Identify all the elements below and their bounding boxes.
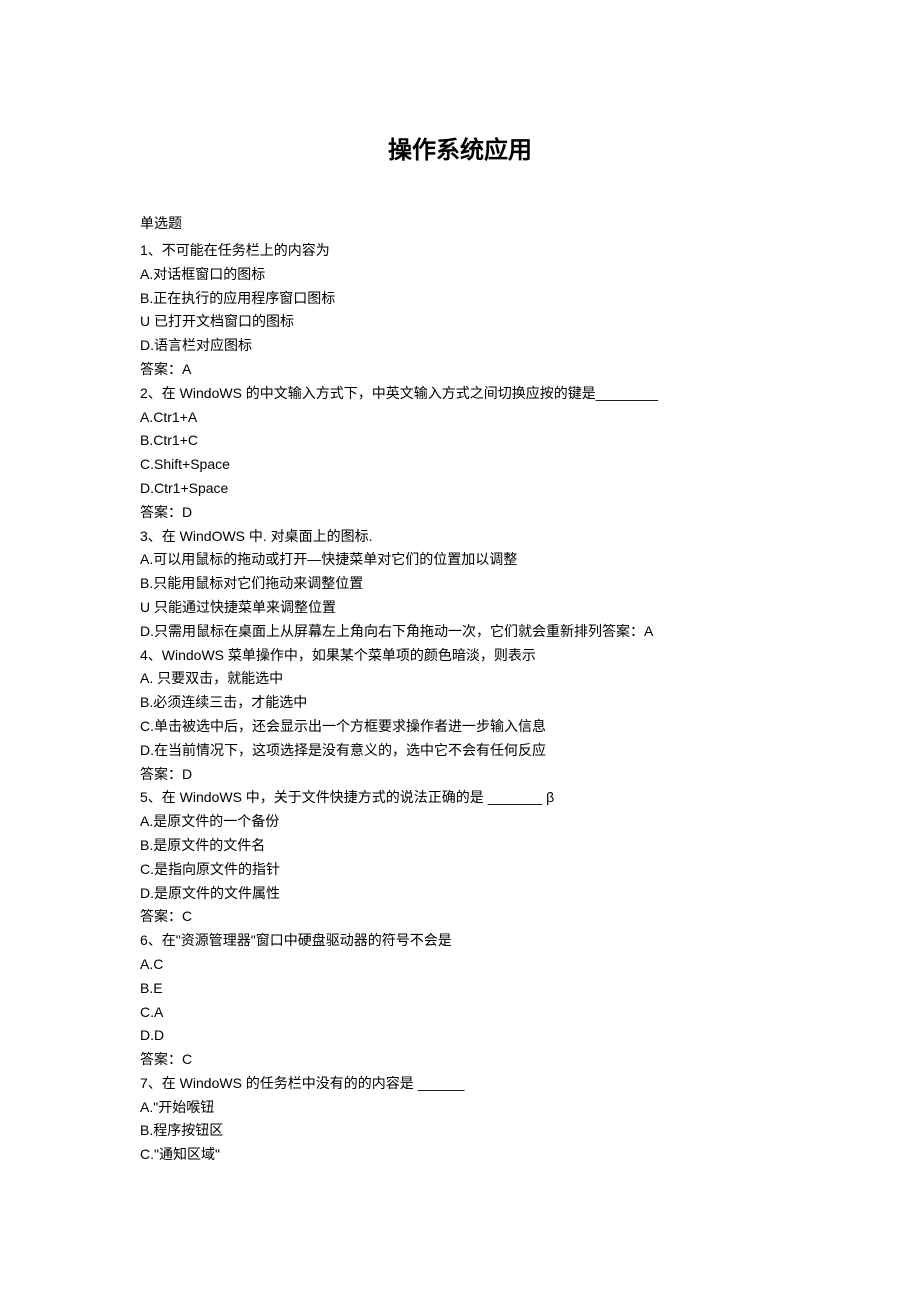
page-title: 操作系统应用 bbox=[140, 130, 780, 165]
text-line: 答案：C bbox=[140, 905, 780, 929]
text-line: C."通知区域" bbox=[140, 1143, 780, 1167]
text-line: C.单击被选中后，还会显示出一个方框要求操作者进一步输入信息 bbox=[140, 715, 780, 739]
text-line: D.是原文件的文件属性 bbox=[140, 882, 780, 906]
text-line: A.是原文件的一个备份 bbox=[140, 810, 780, 834]
text-line: 2、在 WindoWS 的中文输入方式下，中英文输入方式之间切换应按的键是___… bbox=[140, 382, 780, 406]
text-line: A."开始喉钮 bbox=[140, 1096, 780, 1120]
text-line: 答案：D bbox=[140, 763, 780, 787]
text-line: D.Ctr1+Space bbox=[140, 477, 780, 501]
text-line: U 只能通过快捷菜单来调整位置 bbox=[140, 596, 780, 620]
text-line: D.语言栏对应图标 bbox=[140, 334, 780, 358]
text-line: A.对话框窗口的图标 bbox=[140, 263, 780, 287]
text-line: 答案：A bbox=[140, 358, 780, 382]
text-line: 1、不可能在任务栏上的内容为 bbox=[140, 239, 780, 263]
text-line: B.Ctr1+C bbox=[140, 429, 780, 453]
text-line: 4、WindoWS 菜单操作中，如果某个菜单项的颜色暗淡，则表示 bbox=[140, 644, 780, 668]
text-line: A. 只要双击，就能选中 bbox=[140, 667, 780, 691]
text-line: C.Shift+Space bbox=[140, 453, 780, 477]
text-line: 答案：C bbox=[140, 1048, 780, 1072]
text-line: A.可以用鼠标的拖动或打开—快捷菜单对它们的位置加以调整 bbox=[140, 548, 780, 572]
text-line: B.程序按钮区 bbox=[140, 1119, 780, 1143]
document-page: 操作系统应用 单选题 1、不可能在任务栏上的内容为A.对话框窗口的图标B.正在执… bbox=[0, 0, 920, 1267]
question-content: 1、不可能在任务栏上的内容为A.对话框窗口的图标B.正在执行的应用程序窗口图标U… bbox=[140, 239, 780, 1167]
text-line: A.Ctr1+A bbox=[140, 406, 780, 430]
text-line: B.正在执行的应用程序窗口图标 bbox=[140, 287, 780, 311]
text-line: U 已打开文档窗口的图标 bbox=[140, 310, 780, 334]
text-line: C.A bbox=[140, 1001, 780, 1025]
text-line: B.必须连续三击，才能选中 bbox=[140, 691, 780, 715]
text-line: 答案：D bbox=[140, 501, 780, 525]
text-line: D.D bbox=[140, 1024, 780, 1048]
text-line: 3、在 WindOWS 中. 对桌面上的图标. bbox=[140, 525, 780, 549]
text-line: D.在当前情况下，这项选择是没有意义的，选中它不会有任何反应 bbox=[140, 739, 780, 763]
text-line: C.是指向原文件的指针 bbox=[140, 858, 780, 882]
text-line: B.只能用鼠标对它们拖动来调整位置 bbox=[140, 572, 780, 596]
text-line: A.C bbox=[140, 953, 780, 977]
text-line: B.是原文件的文件名 bbox=[140, 834, 780, 858]
text-line: 7、在 WindoWS 的任务栏中没有的的内容是 ______ bbox=[140, 1072, 780, 1096]
text-line: D.只需用鼠标在桌面上从屏幕左上角向右下角拖动一次，它们就会重新排列答案：A bbox=[140, 620, 780, 644]
section-label: 单选题 bbox=[140, 213, 780, 233]
text-line: B.E bbox=[140, 977, 780, 1001]
text-line: 5、在 WindoWS 中，关于文件快捷方式的说法正确的是 _______ β bbox=[140, 786, 780, 810]
text-line: 6、在"资源管理器"窗口中硬盘驱动器的符号不会是 bbox=[140, 929, 780, 953]
